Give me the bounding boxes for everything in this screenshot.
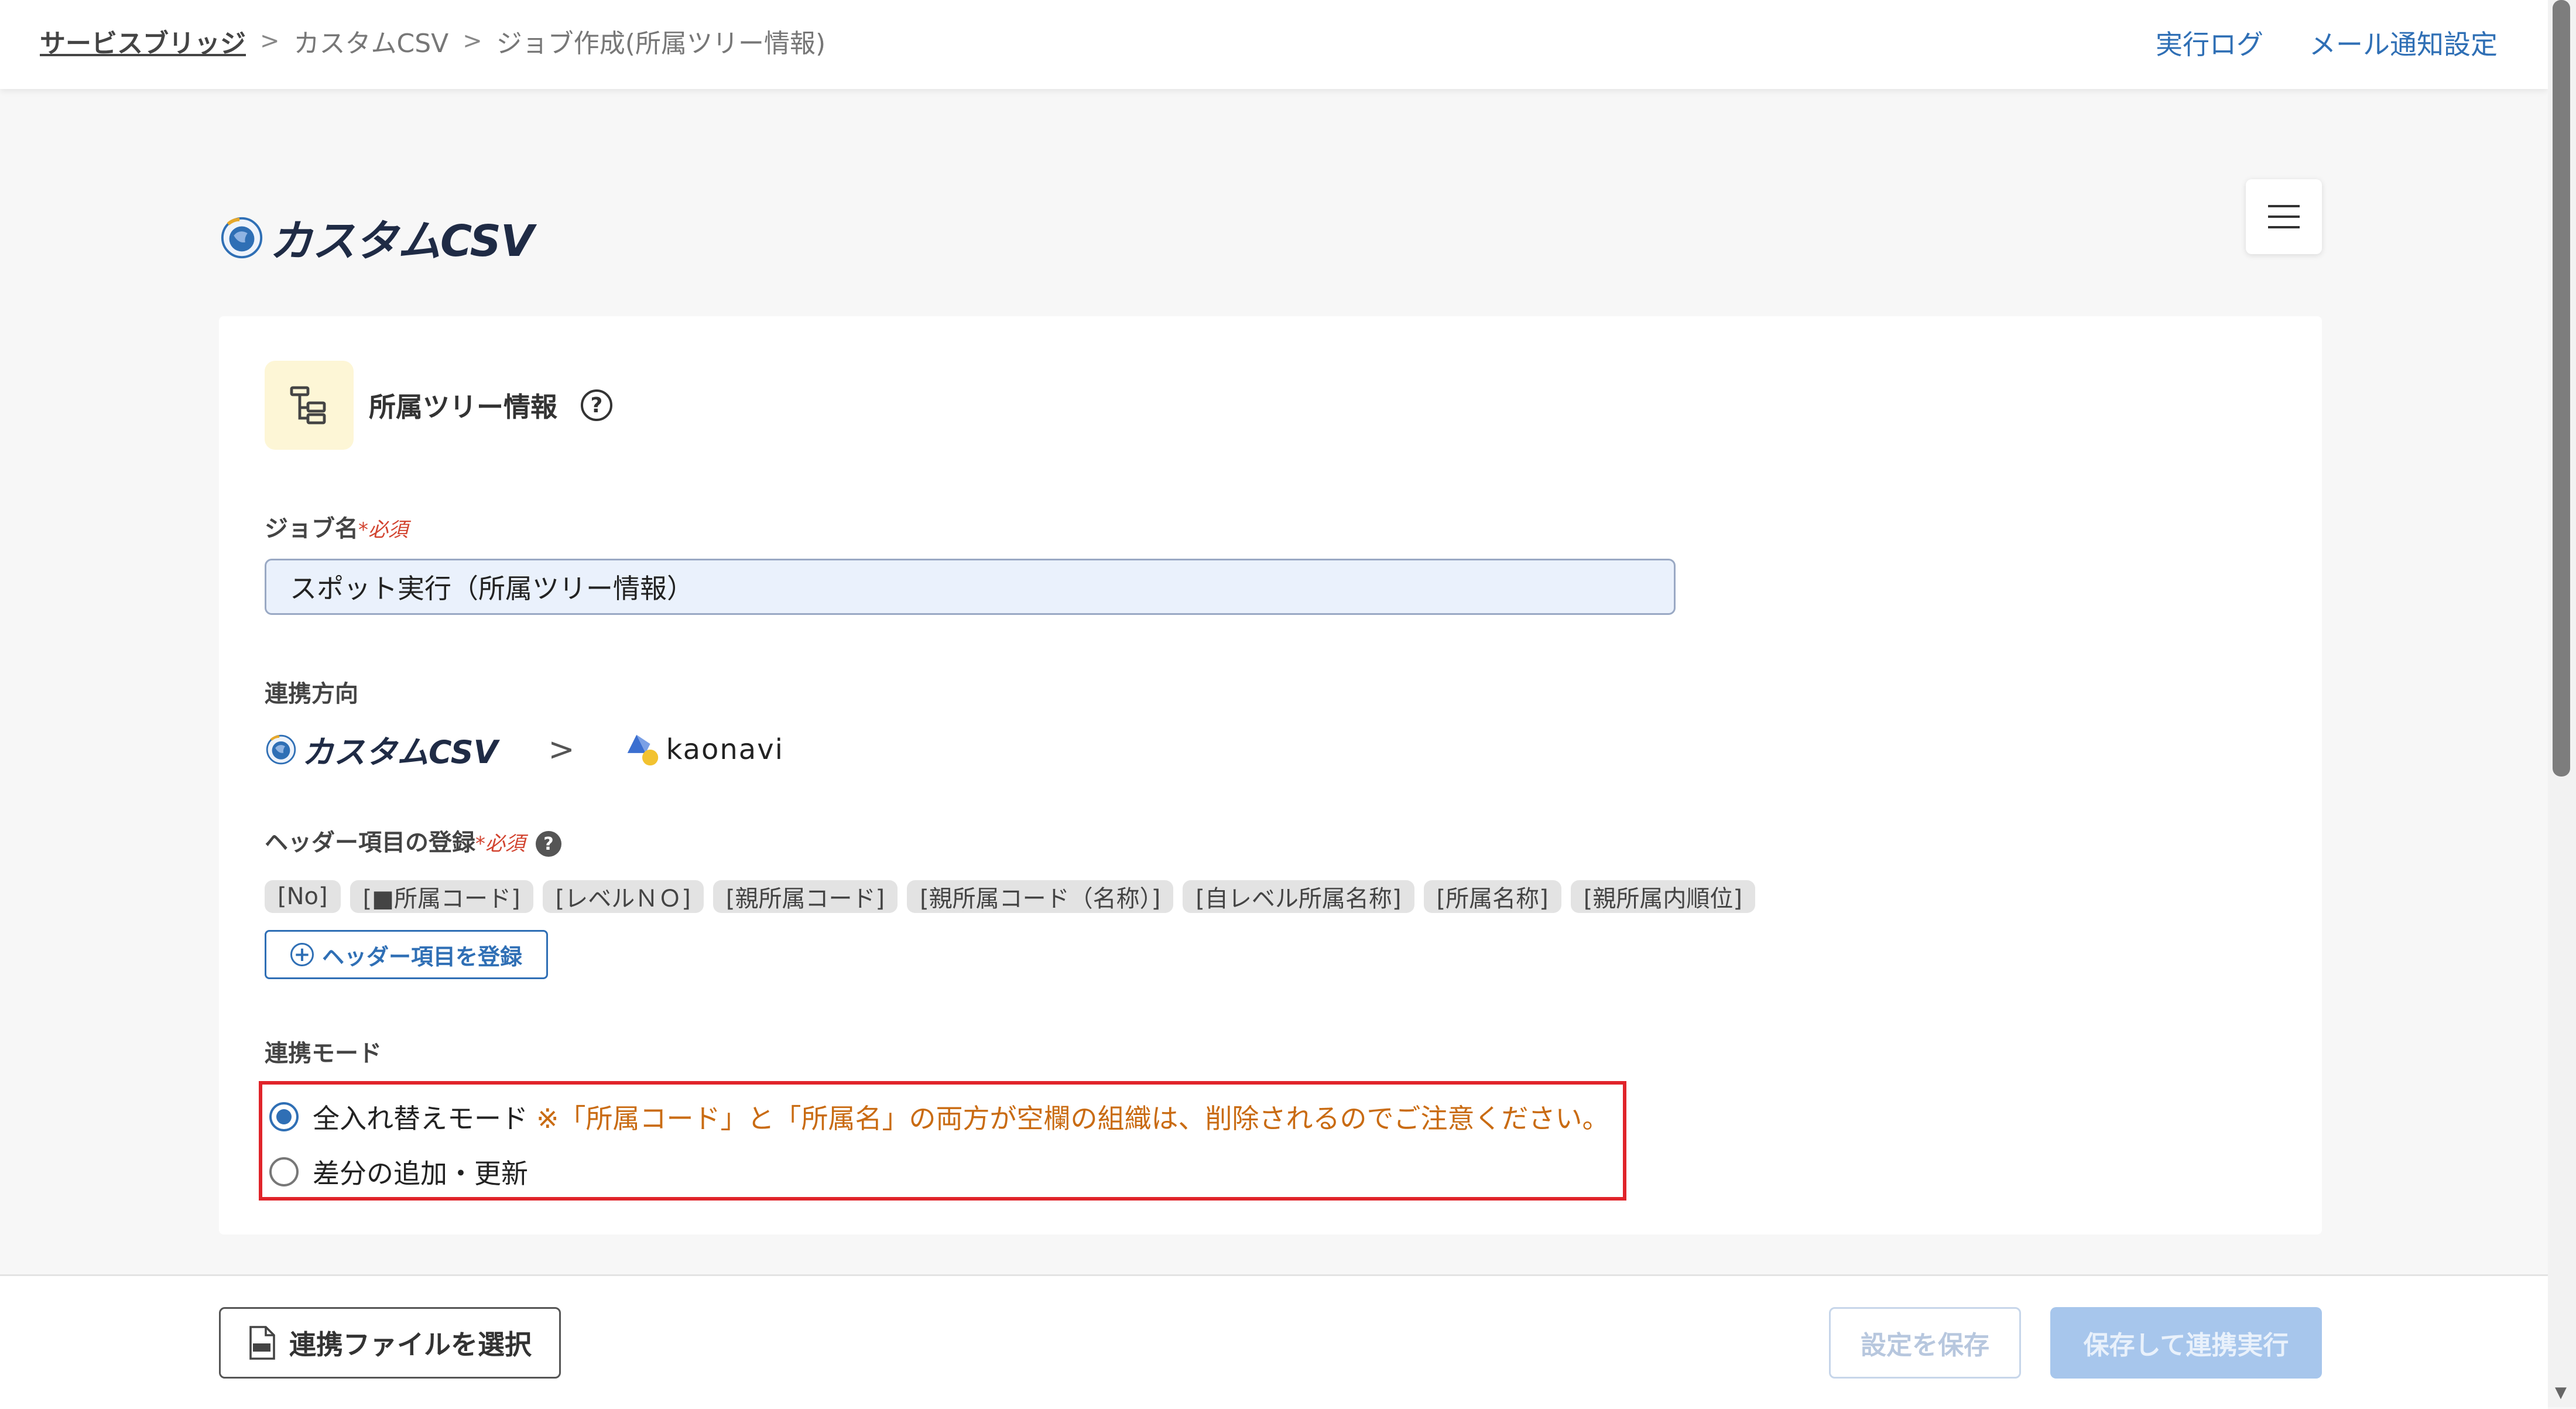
header-item-chip: [所属名称] bbox=[1423, 880, 1561, 913]
radio-full-replace[interactable] bbox=[269, 1102, 299, 1131]
header-item-chip: [親所属内順位] bbox=[1570, 880, 1755, 913]
breadcrumb-item-current: ジョブ作成(所属ツリー情報) bbox=[496, 29, 826, 59]
direction-label: 連携方向 bbox=[265, 680, 358, 707]
header-items-label-text: ヘッダー項目の登録 bbox=[265, 829, 475, 856]
header-item-chip: [レベルＮＯ] bbox=[542, 880, 704, 913]
job-type-badge bbox=[265, 361, 354, 450]
mode-option-diff-update[interactable]: 差分の追加・更新 bbox=[269, 1152, 528, 1191]
custom-csv-logo-icon bbox=[221, 217, 263, 258]
breadcrumb-item-custom-csv[interactable]: カスタムCSV bbox=[294, 22, 449, 60]
mode-option-full-replace[interactable]: 全入れ替えモード ※「所属コード」と「所属名」の両方が空欄の組織は、削除されるの… bbox=[269, 1097, 1609, 1136]
required-marker: *必須 bbox=[358, 518, 408, 542]
brand-logo: カスタムCSV bbox=[219, 206, 534, 269]
sync-direction: カスタムCSV > kaonavi bbox=[265, 726, 784, 772]
save-and-run-button[interactable]: 保存して連携実行 bbox=[2050, 1307, 2322, 1379]
action-bar: 連携ファイルを選択 設定を保存 保存して連携実行 bbox=[0, 1274, 2548, 1409]
run-log-link[interactable]: 実行ログ bbox=[2156, 23, 2263, 62]
save-settings-button[interactable]: 設定を保存 bbox=[1829, 1307, 2021, 1379]
select-file-label: 連携ファイルを選択 bbox=[289, 1329, 532, 1360]
sync-mode-label: 連携モード bbox=[265, 1040, 382, 1067]
mode-option-label: 全入れ替えモード bbox=[313, 1103, 528, 1134]
page-scrollbar[interactable]: ▼ bbox=[2548, 0, 2576, 1407]
question-circle-icon[interactable]: ? bbox=[581, 389, 612, 421]
select-file-button[interactable]: 連携ファイルを選択 bbox=[219, 1307, 561, 1379]
mode-warning-note: ※「所属コード」と「所属名」の両方が空欄の組織は、削除されるのでご注意ください。 bbox=[536, 1103, 1609, 1134]
chevron-right-icon: > bbox=[548, 731, 575, 768]
job-name-label-text: ジョブ名 bbox=[265, 515, 358, 542]
direction-target: kaonavi bbox=[666, 733, 784, 766]
header-links: 実行ログ メール通知設定 bbox=[2156, 23, 2498, 62]
header-items-label: ヘッダー項目の登録*必須? bbox=[265, 823, 561, 857]
mail-settings-link[interactable]: メール通知設定 bbox=[2309, 23, 2498, 62]
scroll-down-arrow-icon[interactable]: ▼ bbox=[2555, 1384, 2567, 1401]
brand-name: カスタムCSV bbox=[269, 216, 534, 266]
help-icon[interactable]: ? bbox=[536, 831, 561, 857]
scrollbar-thumb[interactable] bbox=[2553, 0, 2570, 777]
tree-structure-icon bbox=[290, 386, 326, 425]
header-item-chip: [■所属コード] bbox=[350, 880, 533, 913]
job-settings-card: 所属ツリー情報 ? ジョブ名*必須 スポット実行（所属ツリー情報） 連携方向 カ… bbox=[219, 316, 2322, 1234]
header-item-chip: [No] bbox=[265, 880, 341, 913]
job-name-input[interactable]: スポット実行（所属ツリー情報） bbox=[265, 559, 1676, 615]
breadcrumb-separator: > bbox=[463, 28, 482, 54]
custom-csv-logo-icon bbox=[266, 734, 296, 764]
header-items-list: [No] [■所属コード] [レベルＮＯ] [親所属コード] [親所属コード（名… bbox=[265, 880, 1755, 913]
csv-file-icon bbox=[249, 1326, 275, 1360]
kaonavi-logo-icon bbox=[627, 734, 658, 765]
job-name-label: ジョブ名*必須 bbox=[265, 509, 408, 543]
header-item-chip: [自レベル所属名称] bbox=[1183, 880, 1414, 913]
menu-button[interactable] bbox=[2246, 179, 2322, 254]
required-marker: *必須 bbox=[475, 832, 525, 856]
breadcrumb: サービスブリッジ > カスタムCSV > ジョブ作成(所属ツリー情報) bbox=[40, 22, 825, 60]
header-item-chip: [親所属コード（名称）] bbox=[907, 880, 1174, 913]
breadcrumb-separator: > bbox=[260, 28, 280, 54]
sync-mode-highlight: 全入れ替えモード ※「所属コード」と「所属名」の両方が空欄の組織は、削除されるの… bbox=[259, 1081, 1626, 1201]
add-header-items-label: ヘッダー項目を登録 bbox=[321, 943, 522, 970]
direction-source: カスタムCSV bbox=[302, 734, 498, 771]
header-item-chip: [親所属コード] bbox=[712, 880, 898, 913]
breadcrumb-root-link[interactable]: サービスブリッジ bbox=[40, 22, 246, 60]
top-bar: サービスブリッジ > カスタムCSV > ジョブ作成(所属ツリー情報) 実行ログ… bbox=[0, 0, 2548, 89]
add-header-items-button[interactable]: + ヘッダー項目を登録 bbox=[265, 930, 548, 979]
mode-option-label: 差分の追加・更新 bbox=[313, 1158, 528, 1189]
job-type-label: 所属ツリー情報 bbox=[369, 391, 557, 423]
job-type-header: 所属ツリー情報 ? bbox=[265, 361, 612, 450]
hamburger-icon bbox=[2268, 205, 2300, 228]
plus-circle-icon: + bbox=[290, 943, 314, 966]
radio-diff-update[interactable] bbox=[269, 1157, 299, 1186]
